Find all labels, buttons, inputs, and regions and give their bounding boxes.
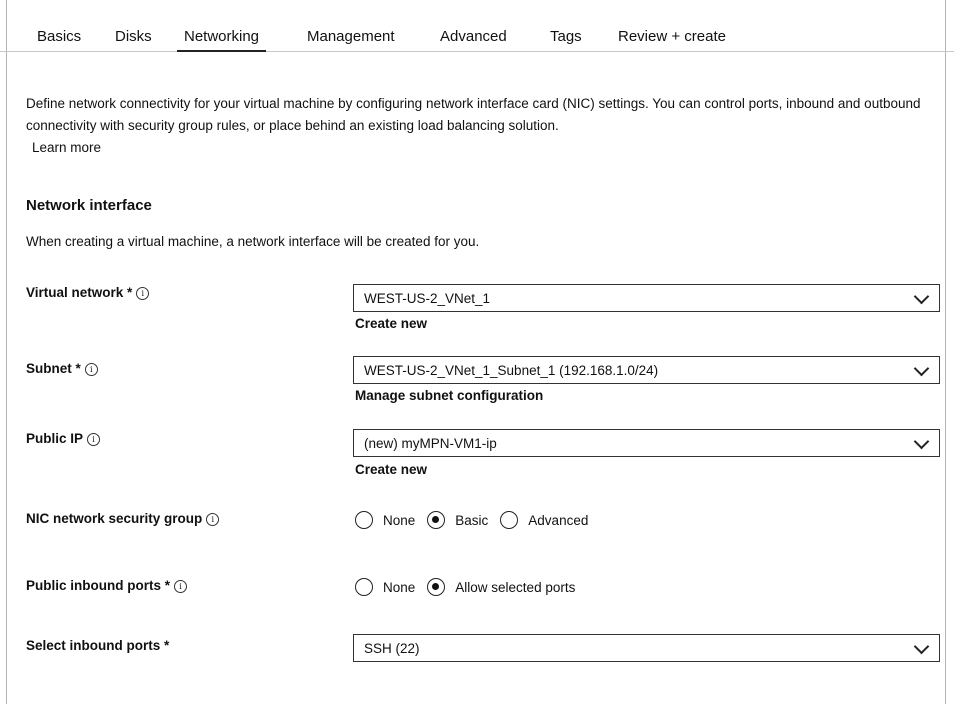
chevron-down-icon xyxy=(913,360,930,377)
tab-advanced[interactable]: Advanced xyxy=(440,28,507,45)
manage-subnet-link[interactable]: Manage subnet configuration xyxy=(355,388,543,403)
nic-nsg-label: NIC network security group i xyxy=(26,511,220,526)
tab-networking[interactable]: Networking xyxy=(176,28,267,52)
public-ip-select[interactable]: (new) myMPN-VM1-ip xyxy=(353,429,940,457)
tab-disks[interactable]: Disks xyxy=(115,28,152,45)
public-ip-value: (new) myMPN-VM1-ip xyxy=(364,436,497,451)
public-ip-create-new-link[interactable]: Create new xyxy=(355,462,427,477)
tab-review-create[interactable]: Review + create xyxy=(618,28,726,45)
chevron-down-icon xyxy=(913,288,930,305)
virtual-network-select[interactable]: WEST-US-2_VNet_1 xyxy=(353,284,940,312)
tab-tags[interactable]: Tags xyxy=(550,28,582,45)
public-inbound-ports-radio-group: None Allow selected ports xyxy=(355,578,587,596)
select-inbound-ports-value: SSH (22) xyxy=(364,641,420,656)
nic-nsg-basic-label[interactable]: Basic xyxy=(455,513,488,528)
info-icon[interactable]: i xyxy=(84,363,98,376)
inbound-allow-selected-radio[interactable] xyxy=(427,578,446,596)
nic-nsg-advanced-label[interactable]: Advanced xyxy=(528,513,588,528)
networking-intro: Define network connectivity for your vir… xyxy=(26,93,946,159)
wizard-tabs: Basics Disks Networking Management Advan… xyxy=(0,0,954,52)
intro-text: Define network connectivity for your vir… xyxy=(26,96,921,133)
info-icon[interactable]: i xyxy=(174,580,187,593)
nic-nsg-basic-radio[interactable] xyxy=(427,511,446,529)
inbound-none-radio[interactable] xyxy=(355,578,373,596)
public-ip-label: Public IP i xyxy=(26,431,101,446)
inbound-allow-selected-label[interactable]: Allow selected ports xyxy=(455,580,575,595)
info-icon[interactable]: i xyxy=(206,513,220,526)
virtual-network-create-new-link[interactable]: Create new xyxy=(355,316,427,331)
subnet-select[interactable]: WEST-US-2_VNet_1_Subnet_1 (192.168.1.0/2… xyxy=(353,356,940,384)
tab-basics[interactable]: Basics xyxy=(37,28,81,45)
nic-nsg-none-radio[interactable] xyxy=(355,511,373,529)
chevron-down-icon xyxy=(913,433,930,450)
inbound-none-label[interactable]: None xyxy=(383,580,415,595)
learn-more-link[interactable]: Learn more xyxy=(32,140,101,155)
virtual-network-value: WEST-US-2_VNet_1 xyxy=(364,291,491,306)
network-interface-title: Network interface xyxy=(26,197,152,214)
network-interface-description: When creating a virtual machine, a netwo… xyxy=(26,234,480,249)
nic-nsg-advanced-radio[interactable] xyxy=(500,511,519,529)
subnet-label: Subnet * i xyxy=(26,361,98,376)
chevron-down-icon xyxy=(913,638,930,655)
virtual-network-label: Virtual network * i xyxy=(26,285,150,300)
select-inbound-ports-select[interactable]: SSH (22) xyxy=(353,634,940,662)
info-icon[interactable]: i xyxy=(136,287,150,300)
select-inbound-ports-label: Select inbound ports * xyxy=(26,638,170,653)
subnet-value: WEST-US-2_VNet_1_Subnet_1 (192.168.1.0/2… xyxy=(364,363,659,378)
public-inbound-ports-label: Public inbound ports * i xyxy=(26,578,187,593)
tab-management[interactable]: Management xyxy=(307,28,395,45)
info-icon[interactable]: i xyxy=(87,433,101,446)
nic-nsg-radio-group: None Basic Advanced xyxy=(355,511,600,529)
nic-nsg-none-label[interactable]: None xyxy=(383,513,415,528)
